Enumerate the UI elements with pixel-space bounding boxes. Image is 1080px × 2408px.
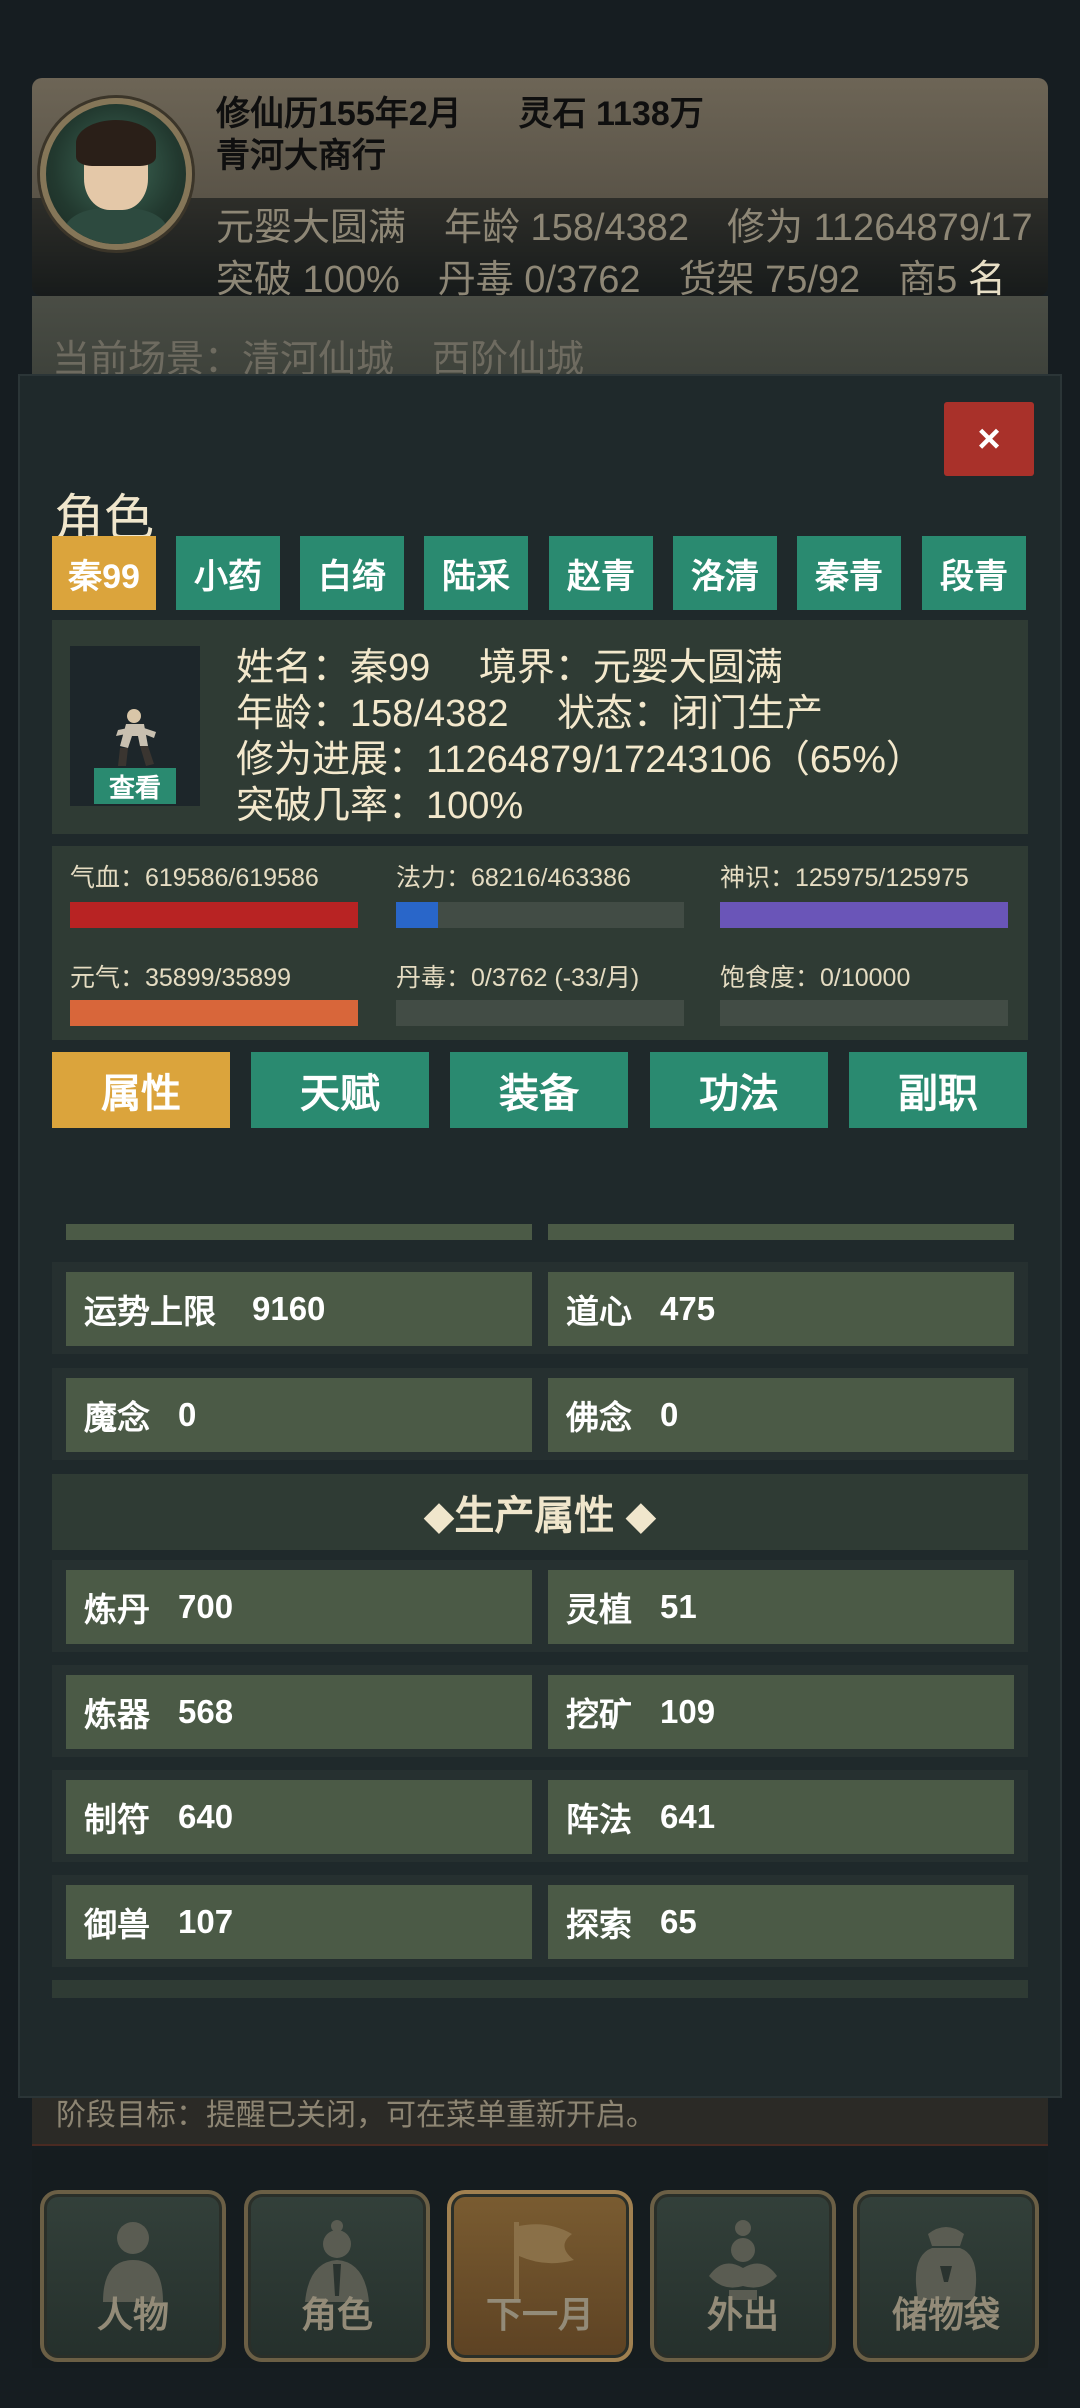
attr-forging-label: 炼器 xyxy=(84,1696,150,1733)
stat-mana-bar xyxy=(396,902,684,928)
tab-techniques[interactable]: 功法 xyxy=(650,1052,828,1128)
close-button[interactable]: × xyxy=(944,402,1034,476)
attr-exploration-value: 65 xyxy=(660,1903,697,1940)
attr-fortune-cap-value: 9160 xyxy=(252,1290,326,1327)
nav-next-month-button[interactable]: 下一月 xyxy=(447,2190,633,2362)
attr-buddha-thought-value: 0 xyxy=(660,1396,679,1433)
nav-person-label: 人物 xyxy=(96,2294,169,2335)
stat-vitality-fill xyxy=(70,1000,358,1026)
tab-equipment[interactable]: 装备 xyxy=(450,1052,628,1128)
character-tab-0[interactable]: 秦99 xyxy=(52,536,156,610)
attr-talisman: 制符 640 xyxy=(66,1780,532,1854)
attr-formation-label: 阵法 xyxy=(566,1801,632,1838)
attr-beast-taming-label: 御兽 xyxy=(84,1906,150,1943)
character-tab-3[interactable]: 陆采 xyxy=(424,536,528,610)
attr-dao-heart-value: 475 xyxy=(660,1290,716,1327)
nav-person-button[interactable]: 人物 xyxy=(40,2190,226,2362)
attr-alchemy: 炼丹 700 xyxy=(66,1570,532,1644)
stat-hp-label: 气血：619586/619586 xyxy=(70,864,319,892)
attr-demon-thought: 魔念 0 xyxy=(66,1378,532,1452)
production-section-header: ◆生产属性 ◆ xyxy=(52,1474,1028,1550)
stat-mana-label: 法力：68216/463386 xyxy=(396,864,631,892)
player-avatar[interactable] xyxy=(40,98,192,250)
attr-forging-value: 568 xyxy=(178,1693,234,1730)
attr-dao-heart-label: 道心 xyxy=(566,1293,632,1330)
attr-formation-value: 641 xyxy=(660,1798,716,1835)
attr-mining-label: 挖矿 xyxy=(566,1696,632,1733)
attr-row-partial-right xyxy=(548,1224,1014,1240)
stat-spirit-sense-bar xyxy=(720,902,1008,928)
stat-spirit-sense-fill xyxy=(720,902,1008,928)
stat-satiety-label: 饱食度：0/10000 xyxy=(720,964,911,992)
attr-buddha-thought-label: 佛念 xyxy=(566,1399,632,1436)
avatar-hair xyxy=(76,120,156,166)
stat-mana-fill xyxy=(396,902,439,928)
nav-role-button[interactable]: 角色 xyxy=(244,2190,430,2362)
stat-pill-toxicity-bar xyxy=(396,1000,684,1026)
stat-vitality-bar xyxy=(70,1000,358,1026)
attr-herb-planting-value: 51 xyxy=(660,1588,697,1625)
attr-talisman-label: 制符 xyxy=(84,1801,150,1838)
character-tab-7[interactable]: 段青 xyxy=(922,536,1026,610)
stat-pill-toxicity-label: 丹毒：0/3762 (-33/月) xyxy=(396,964,640,992)
attr-dao-heart: 道心 475 xyxy=(548,1272,1014,1346)
attr-forging: 炼器 568 xyxy=(66,1675,532,1749)
tab-talents[interactable]: 天赋 xyxy=(251,1052,429,1128)
character-tab-5[interactable]: 洛清 xyxy=(673,536,777,610)
header-stats-line2-tail: 名 xyxy=(967,259,1006,301)
nav-next-month-label: 下一月 xyxy=(485,2294,594,2335)
attr-row-partial-bottom xyxy=(52,1980,1028,1998)
character-figure-icon xyxy=(116,709,156,766)
attr-fortune-cap-label: 运势上限 xyxy=(84,1293,216,1330)
character-tab-2[interactable]: 白绮 xyxy=(300,536,404,610)
attr-herb-planting: 灵植 51 xyxy=(548,1570,1014,1644)
view-button[interactable]: 查看 xyxy=(94,768,176,804)
stat-spirit-sense-label: 神识：125975/125975 xyxy=(720,864,969,892)
nav-outing-label: 外出 xyxy=(706,2294,779,2335)
character-tab-6[interactable]: 秦青 xyxy=(797,536,901,610)
header-stats-line2: 突破 100% 丹毒 0/3762 货架 75/92 商5 名 xyxy=(216,248,1080,303)
nav-role-label: 角色 xyxy=(300,2294,373,2335)
spirit-stone-count: 灵石 1138万 xyxy=(518,95,704,133)
character-tab-4[interactable]: 赵青 xyxy=(549,536,653,610)
avatar-body xyxy=(64,208,168,244)
nav-storage-bag-button[interactable]: 储物袋 xyxy=(853,2190,1039,2362)
info-breakthrough-rate: 突破几率：100% xyxy=(236,785,524,827)
stat-vitality-label: 元气：35899/35899 xyxy=(70,964,291,992)
attr-demon-thought-label: 魔念 xyxy=(84,1399,150,1436)
header-stats-line2-text: 突破 100% 丹毒 0/3762 货架 75/92 商5 xyxy=(216,259,958,301)
attr-mining: 挖矿 109 xyxy=(548,1675,1014,1749)
attr-demon-thought-value: 0 xyxy=(178,1396,197,1433)
nav-outing-button[interactable]: 外出 xyxy=(650,2190,836,2362)
tab-side-jobs[interactable]: 副职 xyxy=(849,1052,1027,1128)
attr-beast-taming-value: 107 xyxy=(178,1903,234,1940)
attr-alchemy-label: 炼丹 xyxy=(84,1591,150,1628)
stat-hp-bar xyxy=(70,902,358,928)
attr-alchemy-value: 700 xyxy=(178,1588,234,1625)
attr-beast-taming: 御兽 107 xyxy=(66,1885,532,1959)
attr-herb-planting-label: 灵植 xyxy=(566,1591,632,1628)
attr-exploration: 探索 65 xyxy=(548,1885,1014,1959)
tab-attributes[interactable]: 属性 xyxy=(52,1052,230,1128)
attr-fortune-cap: 运势上限 9160 xyxy=(66,1272,532,1346)
attr-buddha-thought: 佛念 0 xyxy=(548,1378,1014,1452)
character-tab-1[interactable]: 小药 xyxy=(176,536,280,610)
attr-mining-value: 109 xyxy=(660,1693,716,1730)
stat-satiety-bar xyxy=(720,1000,1008,1026)
attr-formation: 阵法 641 xyxy=(548,1780,1014,1854)
attr-row-partial-left xyxy=(66,1224,532,1240)
attr-exploration-label: 探索 xyxy=(566,1906,632,1943)
attr-talisman-value: 640 xyxy=(178,1798,234,1835)
stat-hp-fill xyxy=(70,902,358,928)
header-stats-line1: 元婴大圆满 年龄 158/4382 修为 11264879/17 xyxy=(216,207,1033,249)
nav-storage-bag-label: 储物袋 xyxy=(891,2294,1000,2335)
shop-name: 青河大商行 xyxy=(216,137,386,175)
